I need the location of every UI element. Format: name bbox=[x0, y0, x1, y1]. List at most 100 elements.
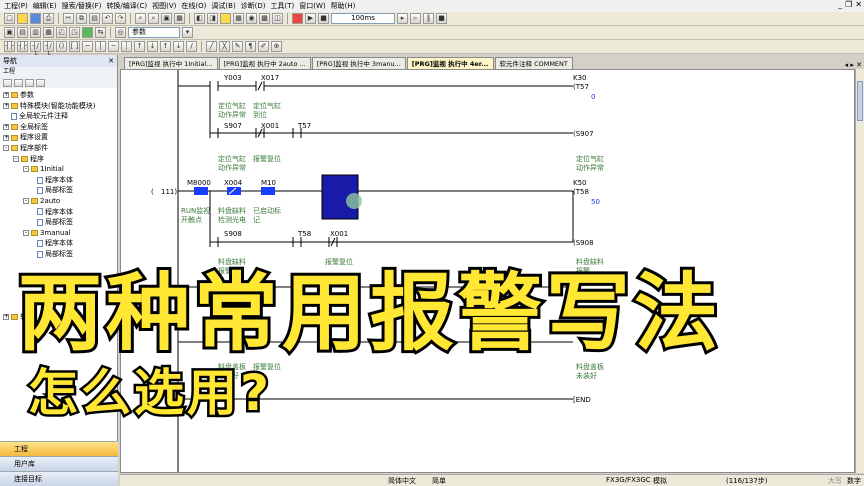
tab-4error[interactable]: [PRG]监视 执行中 4er... bbox=[406, 57, 494, 69]
new-icon[interactable]: □ bbox=[4, 13, 15, 24]
falling-branch-icon[interactable]: ↓ bbox=[173, 41, 184, 52]
menu-diagnostics[interactable]: 诊断(D) bbox=[241, 1, 266, 11]
tree-item-1initial[interactable]: -1Initial bbox=[0, 164, 117, 175]
step-over-icon[interactable]: ▹ bbox=[410, 13, 421, 24]
instruction-icon[interactable]: [ ] bbox=[69, 41, 80, 52]
menu-tools[interactable]: 工具(T) bbox=[271, 1, 295, 11]
collapse-icon[interactable]: - bbox=[23, 198, 29, 205]
label-icon[interactable]: ▥ bbox=[30, 27, 41, 38]
delete-vline-icon[interactable]: ┆ bbox=[121, 41, 132, 52]
vline-icon[interactable]: │ bbox=[95, 41, 106, 52]
tree-item-program-body[interactable]: 程序本体 bbox=[0, 175, 117, 186]
copy-icon[interactable]: ⧉ bbox=[76, 13, 87, 24]
plc-status-icon[interactable]: ◎ bbox=[115, 27, 126, 38]
falling-edge-icon[interactable]: ↓ bbox=[147, 41, 158, 52]
menu-project[interactable]: 工程(P) bbox=[4, 1, 28, 11]
coil-icon[interactable]: () bbox=[56, 41, 67, 52]
collapse-icon[interactable]: - bbox=[23, 166, 29, 173]
comment-edit-icon[interactable]: ✎ bbox=[232, 41, 243, 52]
rising-branch-icon[interactable]: ↑ bbox=[160, 41, 171, 52]
menu-debug[interactable]: 调试(B) bbox=[211, 1, 235, 11]
watch-icon[interactable]: ◫ bbox=[272, 13, 283, 24]
closed-branch-icon[interactable]: ┤/├ bbox=[43, 41, 54, 59]
menu-window[interactable]: 窗口(W) bbox=[299, 1, 325, 11]
menu-view[interactable]: 视图(V) bbox=[152, 1, 176, 11]
tree-item-parameter[interactable]: + 参数 bbox=[0, 90, 117, 101]
collapse-icon[interactable]: - bbox=[23, 230, 29, 237]
expand-icon[interactable]: + bbox=[3, 92, 9, 99]
play-icon[interactable]: ▶ bbox=[305, 13, 316, 24]
tab-2auto[interactable]: [PRG]监视 执行中 2auto ... bbox=[218, 57, 311, 69]
memory-icon[interactable]: ◳ bbox=[69, 27, 80, 38]
delete-hline-icon[interactable]: ╌ bbox=[108, 41, 119, 52]
cut-icon[interactable]: ✂ bbox=[63, 13, 74, 24]
note-icon[interactable]: ✐ bbox=[258, 41, 269, 52]
menu-convert-compile[interactable]: 转换/编译(C) bbox=[106, 1, 147, 11]
find-next-icon[interactable]: ⌕ bbox=[148, 13, 159, 24]
expand-icon[interactable]: + bbox=[3, 102, 9, 109]
find-icon[interactable]: ⌕ bbox=[135, 13, 146, 24]
minimize-icon[interactable]: _ bbox=[838, 0, 842, 9]
read-plc-icon[interactable]: ◧ bbox=[194, 13, 205, 24]
tree-item-local-label[interactable]: 局部标签 bbox=[0, 185, 117, 196]
break-icon[interactable]: ‖ bbox=[423, 13, 434, 24]
close-icon[interactable]: ✕ bbox=[108, 55, 114, 67]
compile-icon[interactable] bbox=[82, 27, 93, 38]
expand-icon[interactable]: + bbox=[3, 134, 9, 141]
combo-arrow-icon[interactable]: ▾ bbox=[182, 27, 193, 38]
tree-item-3manual[interactable]: -3manual bbox=[0, 228, 117, 239]
collapse-icon[interactable]: - bbox=[13, 155, 19, 162]
nav-tab-user-library[interactable]: 用户库 bbox=[0, 456, 118, 471]
nav-new-icon[interactable] bbox=[3, 78, 12, 87]
draw-line-icon[interactable]: ╱ bbox=[206, 41, 217, 52]
menu-help[interactable]: 帮助(H) bbox=[331, 1, 356, 11]
save-icon[interactable] bbox=[30, 13, 41, 24]
invert-icon[interactable]: / bbox=[186, 41, 197, 52]
stop-sim-icon[interactable]: ■ bbox=[436, 13, 447, 24]
stop-icon[interactable]: ■ bbox=[318, 13, 329, 24]
diagnostics-icon[interactable]: ◉ bbox=[246, 13, 257, 24]
statement-icon[interactable]: ¶ bbox=[245, 41, 256, 52]
zoom-icon[interactable]: ⊕ bbox=[271, 41, 282, 52]
nav-delete-icon[interactable] bbox=[25, 78, 34, 87]
parameter-icon[interactable]: ◰ bbox=[56, 27, 67, 38]
paste-icon[interactable]: ▤ bbox=[89, 13, 100, 24]
tree-item-global-comment[interactable]: 全局软元件注释 bbox=[0, 111, 117, 122]
close-icon[interactable]: ✕ bbox=[855, 0, 862, 9]
tree-item-global-label[interactable]: + 全局标签 bbox=[0, 122, 117, 133]
record-icon[interactable] bbox=[292, 13, 303, 24]
simulation-icon[interactable]: ▩ bbox=[259, 13, 270, 24]
tree-item-special-module[interactable]: + 特殊模块(智能功能模块) bbox=[0, 101, 117, 112]
tab-3manual[interactable]: [PRG]监视 执行中 3manu... bbox=[311, 57, 406, 69]
hline-icon[interactable]: ─ bbox=[82, 41, 93, 52]
monitor-icon[interactable] bbox=[220, 13, 231, 24]
collapse-icon[interactable]: - bbox=[3, 145, 9, 152]
tree-item-local-label[interactable]: 局部标签 bbox=[0, 249, 117, 260]
nav-tab-connection[interactable]: 连接目标 bbox=[0, 471, 118, 486]
menu-online[interactable]: 在线(O) bbox=[181, 1, 206, 11]
open-icon[interactable] bbox=[17, 13, 28, 24]
restore-icon[interactable]: ❐ bbox=[845, 0, 852, 9]
tab-1initial[interactable]: [PRG]监视 执行中 1Initial... bbox=[124, 57, 218, 69]
tab-scroll-icon[interactable]: ◂ ▸ ✕ bbox=[845, 61, 864, 69]
nav-tab-project[interactable]: 工程 bbox=[0, 441, 118, 456]
project-icon[interactable]: ▣ bbox=[4, 27, 15, 38]
step-icon[interactable]: ▸ bbox=[397, 13, 408, 24]
undo-icon[interactable]: ↶ bbox=[102, 13, 113, 24]
tree-item-program-body[interactable]: 程序本体 bbox=[0, 207, 117, 218]
device-icon[interactable]: ▣ bbox=[161, 13, 172, 24]
tree-item-program[interactable]: - 程序 bbox=[0, 154, 117, 165]
tree-item-2auto[interactable]: -2auto bbox=[0, 196, 117, 207]
tree-item-program-parts[interactable]: - 程序部件 bbox=[0, 143, 117, 154]
scan-time-combo[interactable]: 100ms bbox=[331, 13, 395, 24]
nav-property-icon[interactable] bbox=[14, 78, 23, 87]
program-icon[interactable]: ▤ bbox=[17, 27, 28, 38]
mode-combo[interactable]: 参数 bbox=[128, 27, 180, 38]
open-branch-icon[interactable]: ┤├ bbox=[17, 41, 28, 52]
tree-item-program-body[interactable]: 程序本体 bbox=[0, 238, 117, 249]
tree-item-program-setting[interactable]: + 程序设置 bbox=[0, 132, 117, 143]
expand-icon[interactable]: + bbox=[3, 124, 9, 131]
nav-filter-icon[interactable] bbox=[36, 78, 45, 87]
closed-contact-icon[interactable]: ┤/├ bbox=[30, 41, 41, 59]
scrollbar-thumb[interactable] bbox=[857, 81, 863, 121]
